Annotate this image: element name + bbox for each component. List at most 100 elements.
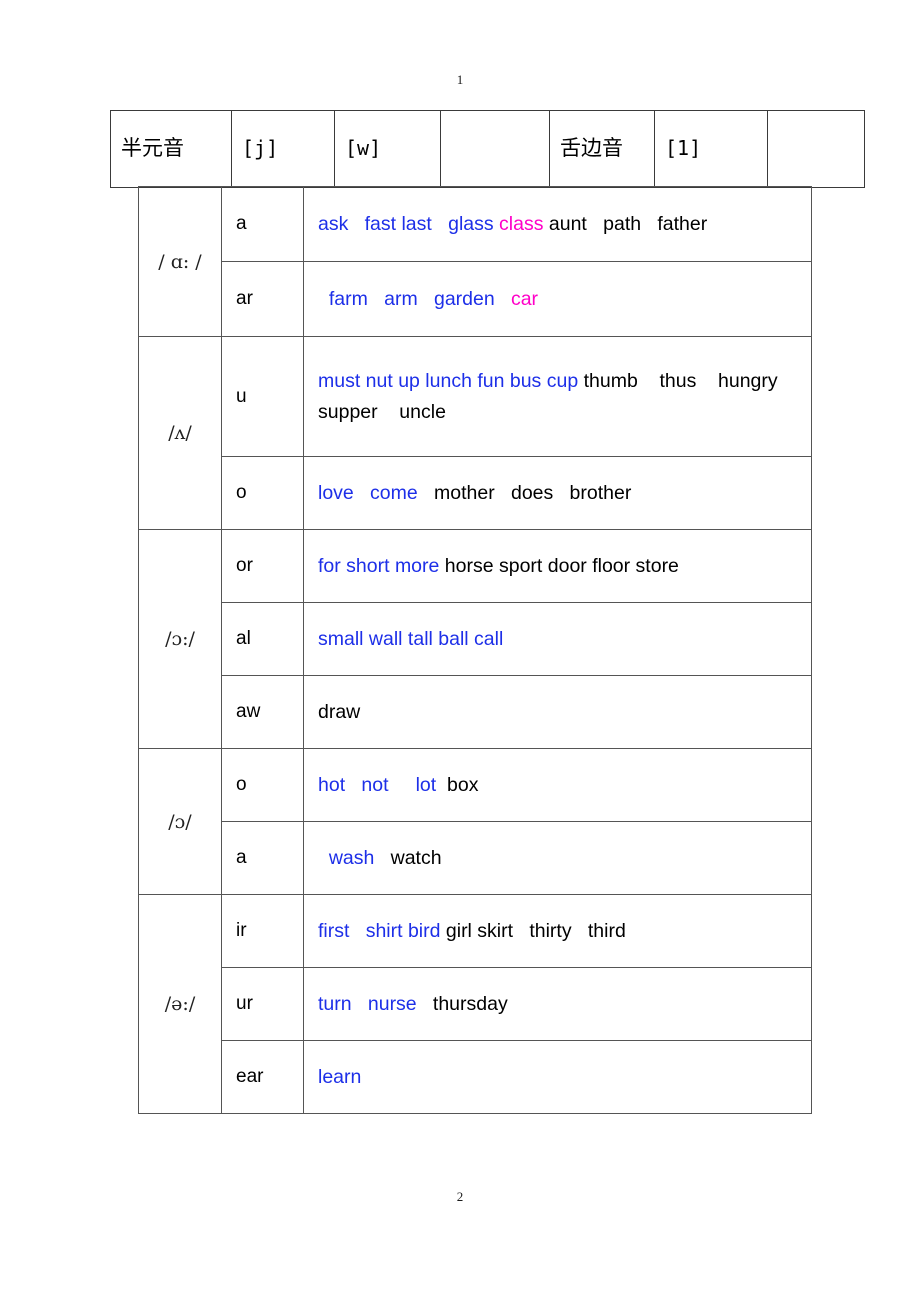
example-word: mother — [434, 481, 495, 504]
example-word: come — [370, 481, 418, 504]
example-words-cell: for short more horse sport door floor st… — [303, 529, 812, 603]
vowel-row: o love come mother does brother — [139, 456, 812, 530]
ipa-symbol-cell: /ə:/ — [138, 894, 222, 1114]
lateral-label-text: 舌边音 — [560, 136, 623, 161]
example-word: first — [318, 919, 350, 942]
example-word — [418, 482, 434, 504]
header-cell-symbol-j: [j] — [231, 110, 335, 188]
example-word: horse sport door floor store — [439, 554, 679, 577]
example-word — [368, 288, 384, 310]
vowel-row: /ə:/ir first shirt bird girl skirt thirty… — [138, 894, 812, 1114]
example-words-cell: small wall tall ball call — [303, 602, 812, 676]
example-words-cell: wash watch — [303, 821, 812, 895]
example-word: draw — [318, 700, 361, 723]
example-word: nurse — [367, 992, 417, 1015]
example-word: uncle — [399, 400, 446, 423]
example-word: wash — [318, 846, 375, 869]
example-word — [432, 213, 448, 235]
example-words-cell: draw — [303, 675, 812, 749]
example-word — [418, 288, 434, 310]
example-word — [553, 482, 569, 504]
example-words-cell: ask fast last glass class aunt path fath… — [303, 186, 812, 262]
vowel-table-body: / ɑ: / a ask fast last glass class aunt pa… — [138, 186, 812, 1114]
spelling-cell: a — [221, 186, 304, 262]
document-page: 1 半元音 [j] [w] 舌边音 [1] / ɑ: / a ask fast la… — [0, 0, 920, 1302]
example-words-cell: turn nurse thursday — [303, 967, 812, 1041]
example-word: box — [447, 773, 479, 796]
symbol-j-text: [j] — [242, 136, 279, 161]
example-words-cell: learn — [303, 1040, 812, 1114]
example-word: fast last — [364, 212, 432, 235]
example-word — [696, 370, 718, 392]
example-word: glass — [448, 212, 500, 235]
example-word: does — [510, 481, 554, 504]
example-word: father — [657, 212, 708, 235]
symbol-l-text: [1] — [665, 136, 702, 161]
ipa-symbol-cell: /ɔ/ — [138, 748, 222, 895]
vowel-row: / ɑ: / a ask fast last glass class aunt pa… — [138, 186, 812, 337]
vowel-row: a wash watch — [139, 821, 812, 895]
example-word: not — [361, 773, 389, 796]
example-word: thumb — [578, 370, 638, 393]
page-number-top: 1 — [456, 72, 464, 87]
spelling-cell: aw — [221, 675, 304, 749]
example-word — [374, 847, 390, 869]
example-word — [352, 993, 368, 1015]
spelling-cell: o — [221, 748, 304, 822]
example-word — [417, 993, 433, 1015]
example-words-cell: must nut up lunch fun bus cup thumb thus… — [303, 336, 812, 457]
vowel-row: aw draw — [139, 675, 812, 749]
consonant-header-table: 半元音 [j] [w] 舌边音 [1] — [110, 110, 865, 188]
example-word: supper — [318, 400, 378, 423]
example-word: hungry — [718, 370, 778, 393]
semivowel-label-text: 半元音 — [121, 136, 184, 161]
example-words-cell: love come mother does brother — [303, 456, 812, 530]
example-word: arm — [384, 287, 418, 310]
example-word — [638, 370, 660, 392]
ipa-symbol-cell: / ɑ: / — [138, 186, 222, 337]
vowel-row: /ɔ/o hot not lot box — [138, 748, 812, 895]
header-cell-blank-2 — [767, 110, 865, 188]
header-cell-blank-1 — [440, 110, 550, 188]
example-word — [495, 288, 511, 310]
example-word: brother — [569, 481, 632, 504]
spelling-cell: ir — [221, 894, 304, 968]
example-word — [348, 213, 364, 235]
example-word: shirt bird — [365, 919, 441, 942]
example-word — [495, 482, 511, 504]
example-word: thus — [659, 370, 697, 393]
example-word: must nut up lunch fun bus cup — [318, 370, 579, 393]
example-words-cell: first shirt bird girl skirt thirty third — [303, 894, 812, 968]
example-word: class — [499, 212, 544, 235]
example-word: farm — [318, 287, 368, 310]
spelling-cell: u — [221, 336, 304, 457]
vowel-row: /ʌ/u must nut up lunch fun bus cup thumb … — [138, 336, 812, 530]
header-cell-lateral-label: 舌边音 — [549, 110, 655, 188]
spelling-cell: al — [221, 602, 304, 676]
header-cell-semivowel-label: 半元音 — [110, 110, 232, 188]
spelling-cell: o — [221, 456, 304, 530]
vowel-row: ar farm arm garden car — [139, 261, 812, 337]
page-number-bottom: 2 — [456, 1189, 464, 1204]
example-word: aunt — [543, 212, 587, 235]
vowel-row: ear learn — [139, 1040, 812, 1114]
example-word — [345, 774, 361, 796]
example-word — [513, 920, 529, 942]
spelling-cell: a — [221, 821, 304, 895]
example-word: love — [318, 481, 354, 504]
vowel-phonetics-table: / ɑ: / a ask fast last glass class aunt pa… — [138, 186, 812, 1114]
example-word: thursday — [432, 992, 508, 1015]
spelling-cell: ar — [221, 261, 304, 337]
ipa-symbol-cell: /ʌ/ — [138, 336, 222, 530]
consonant-header-row: 半元音 [j] [w] 舌边音 [1] — [110, 110, 865, 188]
example-word — [349, 920, 365, 942]
header-cell-symbol-w: [w] — [334, 110, 441, 188]
example-word: hot — [318, 773, 346, 796]
header-cell-symbol-l: [1] — [654, 110, 768, 188]
example-word: watch — [390, 846, 442, 869]
vowel-row: al small wall tall ball call — [139, 602, 812, 676]
example-word: learn — [318, 1065, 362, 1088]
symbol-w-text: [w] — [345, 136, 382, 161]
example-word: girl skirt — [440, 919, 514, 942]
example-word: lot — [415, 773, 437, 796]
